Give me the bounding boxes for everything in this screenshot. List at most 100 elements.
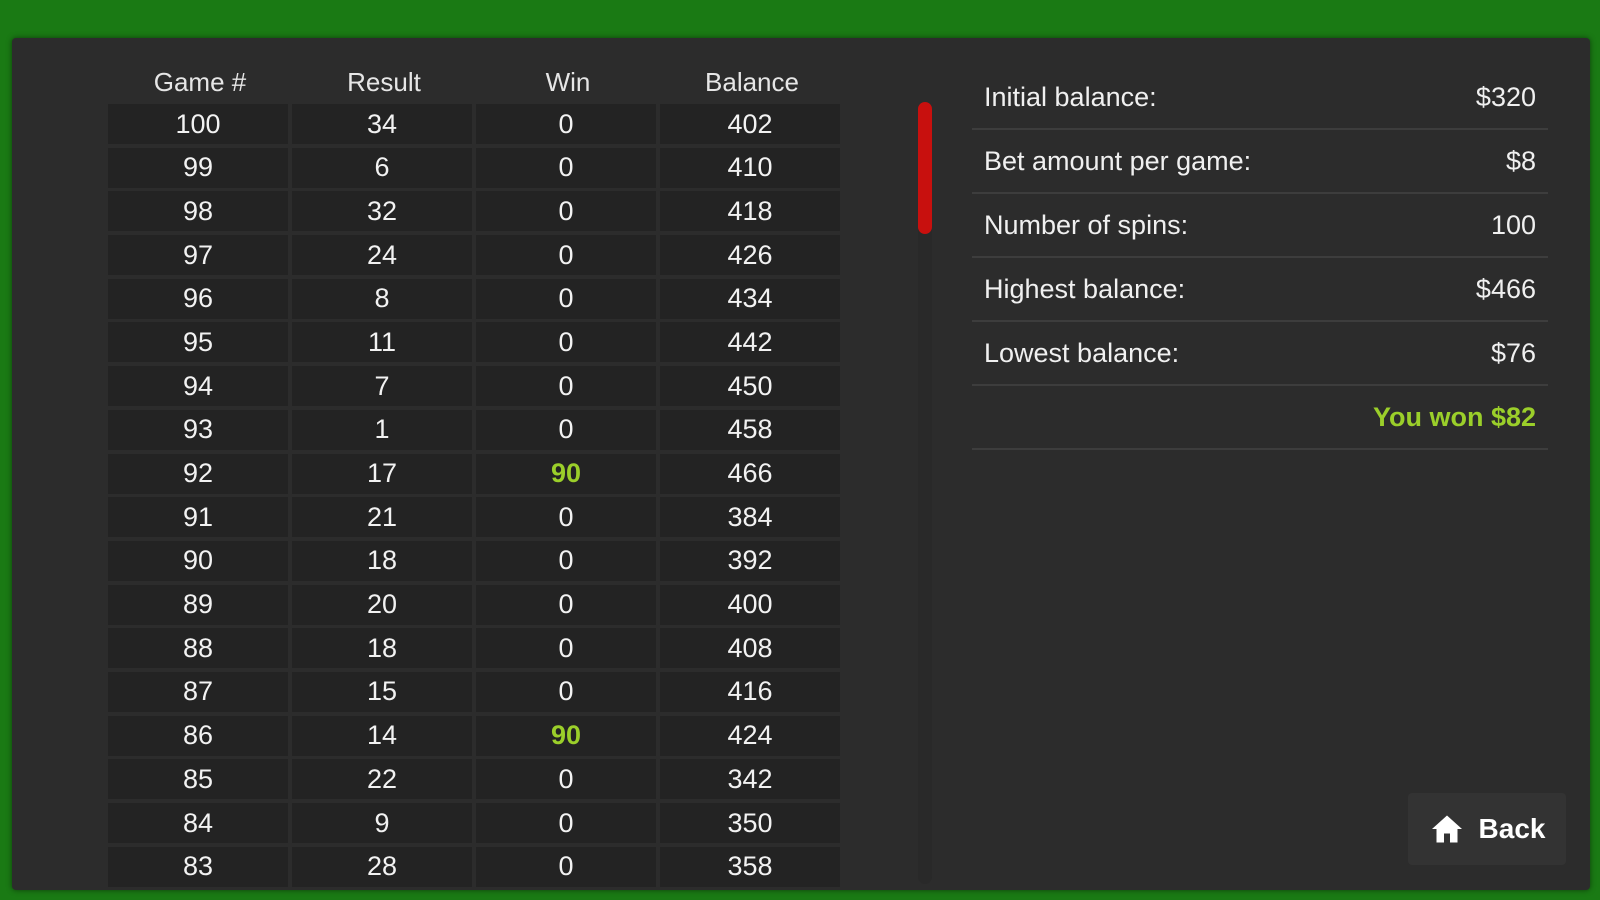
cell-balance: 402: [660, 104, 840, 144]
stat-bet-amount: Bet amount per game: $8: [972, 130, 1548, 194]
cell-win: 0: [476, 628, 656, 669]
stat-value: $466: [1475, 273, 1536, 304]
cell-game-number: 85: [108, 759, 288, 800]
cell-balance: 442: [660, 322, 840, 363]
cell-result: 9: [292, 803, 472, 843]
table-row: 86 14 90 424: [108, 715, 846, 760]
cell-balance: 450: [660, 366, 840, 407]
header-balance: Balance: [705, 66, 799, 97]
stat-initial-balance: Initial balance: $320: [972, 66, 1548, 130]
cell-result: 21: [292, 497, 472, 538]
table-row: 99 6 0 410: [108, 147, 846, 192]
cell-balance: 466: [660, 453, 840, 494]
cell-balance: 424: [660, 715, 840, 756]
table-scrollbar[interactable]: [918, 102, 932, 884]
table-row: 98 32 0 418: [108, 191, 846, 235]
cell-result: 7: [292, 366, 472, 407]
table-row: 85 22 0 342: [108, 759, 846, 803]
table-row: 96 8 0 434: [108, 278, 846, 323]
cell-balance: 358: [660, 846, 840, 887]
stat-highest-balance: Highest balance: $466: [972, 258, 1548, 322]
cell-balance: 342: [660, 759, 840, 800]
stat-label: Lowest balance:: [984, 337, 1180, 368]
stat-value: 100: [1490, 209, 1536, 240]
cell-game-number: 93: [108, 409, 288, 450]
cell-result: 34: [292, 104, 472, 144]
table-row: 95 11 0 442: [108, 322, 846, 366]
cell-game-number: 86: [108, 715, 288, 756]
cell-game-number: 100: [108, 104, 288, 144]
cell-result: 11: [292, 322, 472, 363]
stat-label: Bet amount per game:: [984, 145, 1252, 176]
cell-win: 0: [476, 584, 656, 625]
stat-number-of-spins: Number of spins: 100: [972, 194, 1548, 258]
cell-result: 8: [292, 278, 472, 319]
header-win: Win: [545, 66, 591, 97]
table-header: Game # Result Win Balance: [108, 60, 846, 104]
cell-win: 90: [476, 715, 656, 756]
cell-balance: 434: [660, 278, 840, 319]
cell-result: 14: [292, 715, 472, 756]
cell-win: 0: [476, 759, 656, 800]
home-icon: [1429, 811, 1465, 847]
results-panel: Game # Result Win Balance 100 34 0 402 99 6 0 4…: [12, 38, 1590, 890]
result-text: You won $82: [1372, 401, 1536, 432]
table-row: 89 20 0 400: [108, 584, 846, 629]
cell-game-number: 99: [108, 147, 288, 188]
cell-result: 15: [292, 671, 472, 712]
stat-value: $76: [1490, 337, 1536, 368]
cell-game-number: 87: [108, 671, 288, 712]
table-body: 100 34 0 402 99 6 0 410 98 32 0 418 97 24 0 426 96 8 0 434 9…: [108, 104, 846, 888]
cell-game-number: 84: [108, 803, 288, 843]
cell-win: 0: [476, 235, 656, 276]
cell-game-number: 83: [108, 846, 288, 887]
table-row: 100 34 0 402: [108, 104, 846, 148]
cell-win: 0: [476, 278, 656, 319]
cell-balance: 350: [660, 803, 840, 843]
cell-win: 0: [476, 409, 656, 450]
cell-balance: 384: [660, 497, 840, 538]
cell-game-number: 98: [108, 191, 288, 232]
cell-result: 18: [292, 628, 472, 669]
cell-game-number: 94: [108, 366, 288, 407]
stat-label: Number of spins:: [984, 209, 1189, 240]
table-row: 93 1 0 458: [108, 409, 846, 454]
scrollbar-thumb[interactable]: [918, 102, 932, 234]
cell-result: 24: [292, 235, 472, 276]
cell-result: 18: [292, 540, 472, 581]
cell-game-number: 97: [108, 235, 288, 276]
stat-result: You won $82: [972, 386, 1548, 450]
cell-balance: 418: [660, 191, 840, 232]
cell-win: 0: [476, 191, 656, 232]
cell-win: 0: [476, 322, 656, 363]
stats-summary: Initial balance: $320 Bet amount per gam…: [972, 66, 1548, 450]
cell-result: 6: [292, 147, 472, 188]
cell-win: 0: [476, 846, 656, 887]
cell-result: 32: [292, 191, 472, 232]
cell-balance: 408: [660, 628, 840, 669]
game-history-table[interactable]: Game # Result Win Balance 100 34 0 402 99 6 0 4…: [108, 60, 846, 888]
table-row: 84 9 0 350: [108, 803, 846, 847]
header-result: Result: [347, 66, 421, 97]
cell-result: 1: [292, 409, 472, 450]
stat-value: $8: [1505, 145, 1536, 176]
table-row: 90 18 0 392: [108, 540, 846, 585]
cell-game-number: 91: [108, 497, 288, 538]
cell-balance: 426: [660, 235, 840, 276]
cell-win: 0: [476, 147, 656, 188]
cell-game-number: 88: [108, 628, 288, 669]
cell-game-number: 92: [108, 453, 288, 494]
stat-label: Initial balance:: [984, 81, 1157, 112]
cell-balance: 416: [660, 671, 840, 712]
table-row: 92 17 90 466: [108, 453, 846, 498]
cell-game-number: 96: [108, 278, 288, 319]
cell-game-number: 90: [108, 540, 288, 581]
cell-balance: 392: [660, 540, 840, 581]
cell-result: 20: [292, 584, 472, 625]
cell-game-number: 95: [108, 322, 288, 363]
cell-win: 0: [476, 540, 656, 581]
cell-result: 17: [292, 453, 472, 494]
back-button[interactable]: Back: [1408, 793, 1566, 865]
table-row: 83 28 0 358: [108, 846, 846, 888]
cell-result: 28: [292, 846, 472, 887]
